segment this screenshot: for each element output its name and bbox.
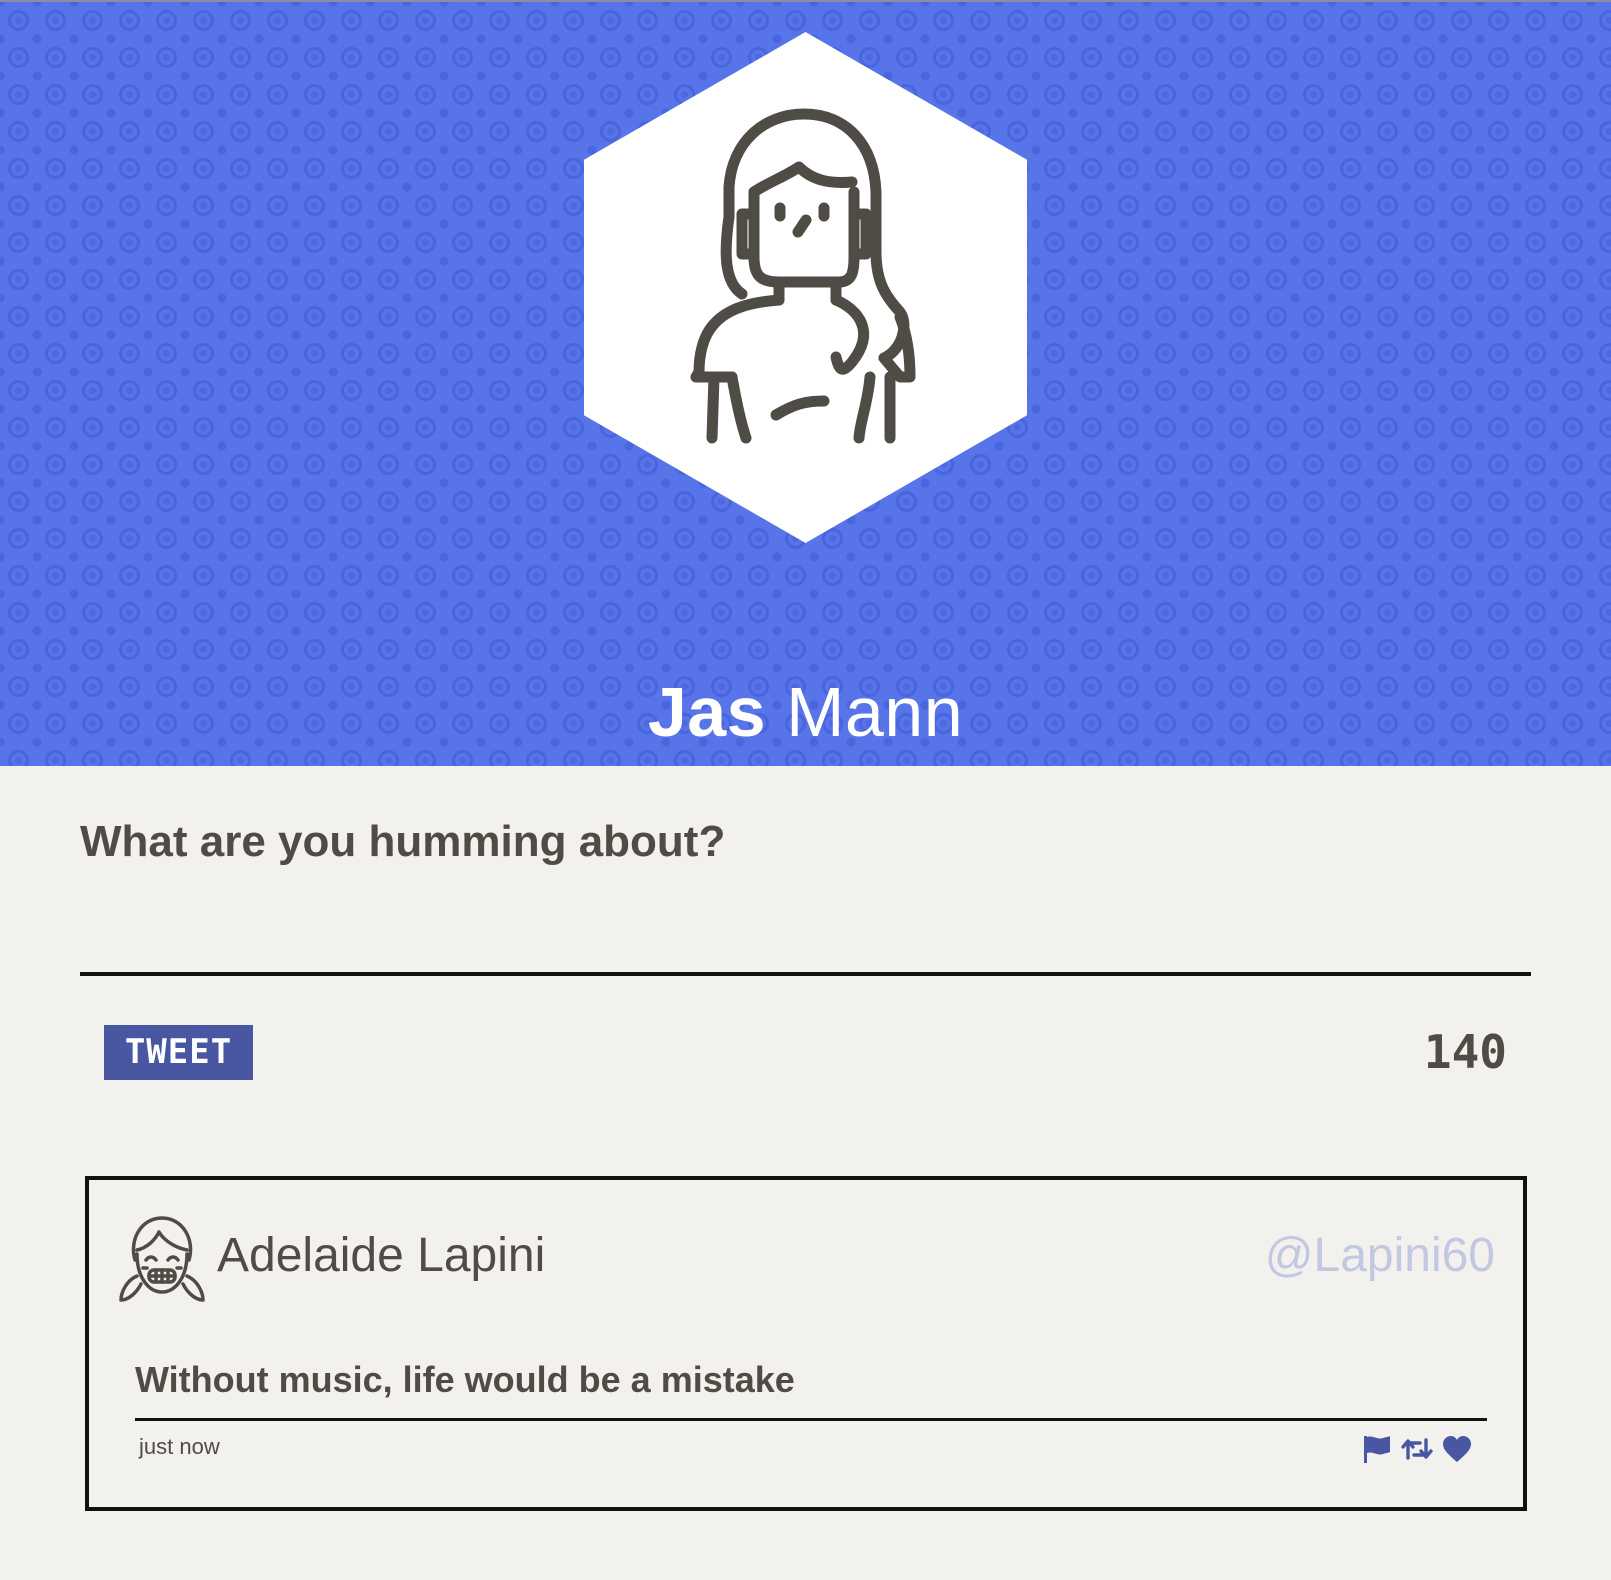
profile-last-name: Mann: [786, 673, 964, 751]
retweet-icon: [1401, 1438, 1433, 1460]
tweet-button[interactable]: TWEET: [104, 1025, 253, 1080]
profile-avatar-hexagon: [584, 32, 1027, 543]
girl-avatar-icon: [119, 1216, 205, 1302]
profile-banner: Jas Mann: [0, 0, 1611, 766]
woman-avatar-icon: [584, 32, 1027, 543]
tweet-handle[interactable]: @Lapini60: [1265, 1226, 1495, 1286]
retweet-button[interactable]: [1401, 1434, 1433, 1464]
tweet-actions: [1361, 1434, 1473, 1464]
like-button[interactable]: [1441, 1434, 1473, 1464]
compose-input[interactable]: [80, 880, 1531, 976]
tweet-avatar[interactable]: [115, 1210, 209, 1304]
compose-prompt: What are you humming about?: [80, 817, 726, 866]
profile-page: Jas Mann What are you humming about? TWE…: [0, 0, 1611, 1580]
profile-name: Jas Mann: [0, 670, 1611, 754]
char-count: 140: [1423, 1025, 1507, 1079]
heart-icon: [1443, 1436, 1471, 1462]
tweet-divider: [135, 1418, 1487, 1421]
tweet-text: Without music, life would be a mistake: [135, 1359, 795, 1400]
flag-button[interactable]: [1361, 1434, 1393, 1464]
tweet-author[interactable]: Adelaide Lapini: [217, 1226, 545, 1286]
tweet-card: Adelaide Lapini @Lapini60 Without music,…: [85, 1176, 1527, 1511]
tweet-timestamp: just now: [139, 1434, 220, 1459]
profile-first-name: Jas: [647, 673, 767, 751]
flag-icon: [1364, 1436, 1390, 1463]
